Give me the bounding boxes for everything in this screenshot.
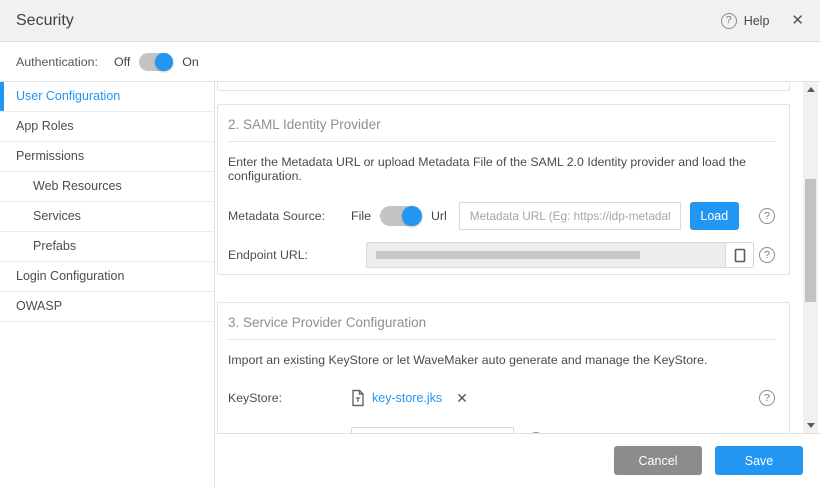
endpoint-url-readonly-field bbox=[367, 243, 725, 267]
metadata-source-toggle[interactable] bbox=[380, 206, 422, 226]
alias-help-icon[interactable]: ? bbox=[528, 432, 544, 433]
sidebar-item-user-configuration[interactable]: User Configuration bbox=[0, 82, 214, 112]
remove-keystore-icon[interactable]: ✕ bbox=[456, 391, 468, 405]
authentication-on-label: On bbox=[182, 55, 199, 69]
toggle-knob bbox=[402, 206, 422, 226]
settings-sidebar: User Configuration App Roles Permissions… bbox=[0, 82, 215, 487]
close-icon[interactable]: ✕ bbox=[789, 11, 806, 30]
sidebar-item-login-configuration[interactable]: Login Configuration bbox=[0, 262, 214, 292]
scrollbar bbox=[803, 82, 818, 433]
alias-input[interactable] bbox=[351, 427, 514, 433]
help-icon[interactable]: ? bbox=[721, 13, 737, 29]
authentication-off-label: Off bbox=[114, 55, 130, 69]
dialog-header: Security ? Help ✕ bbox=[0, 0, 820, 42]
sidebar-item-app-roles[interactable]: App Roles bbox=[0, 112, 214, 142]
authentication-row: Authentication: Off On bbox=[0, 42, 820, 82]
endpoint-url-label: Endpoint URL: bbox=[228, 248, 351, 262]
sidebar-item-web-resources[interactable]: Web Resources bbox=[0, 172, 214, 202]
file-icon bbox=[351, 389, 365, 407]
endpoint-url-field-group bbox=[366, 242, 754, 268]
copy-icon bbox=[734, 248, 746, 263]
authentication-label: Authentication: bbox=[16, 55, 98, 69]
metadata-source-file-label: File bbox=[351, 209, 371, 223]
authentication-toggle[interactable] bbox=[139, 53, 173, 71]
sidebar-item-prefabs[interactable]: Prefabs bbox=[0, 232, 214, 262]
header-actions: ? Help ✕ bbox=[721, 11, 806, 30]
masked-url-value bbox=[376, 251, 640, 259]
section-description: Import an existing KeyStore or let WaveM… bbox=[228, 353, 775, 367]
metadata-url-input[interactable] bbox=[459, 202, 681, 230]
sidebar-item-services[interactable]: Services bbox=[0, 202, 214, 232]
section-title: 3. Service Provider Configuration bbox=[228, 315, 775, 340]
metadata-source-label: Metadata Source: bbox=[228, 209, 351, 223]
section-description: Enter the Metadata URL or upload Metadat… bbox=[228, 155, 775, 183]
scroll-area: 2. SAML Identity Provider Enter the Meta… bbox=[215, 82, 820, 433]
load-button[interactable]: Load bbox=[690, 202, 739, 230]
keystore-help-icon[interactable]: ? bbox=[759, 390, 775, 406]
keystore-label: KeyStore: bbox=[228, 391, 351, 405]
endpoint-url-help-icon[interactable]: ? bbox=[759, 247, 775, 263]
sidebar-item-owasp[interactable]: OWASP bbox=[0, 292, 214, 322]
metadata-source-help-icon[interactable]: ? bbox=[759, 208, 775, 224]
save-button[interactable]: Save bbox=[715, 446, 803, 475]
metadata-source-row: Metadata Source: File Url Load ? bbox=[228, 202, 775, 230]
scroll-down-arrow[interactable] bbox=[807, 423, 815, 428]
copy-button[interactable] bbox=[725, 243, 753, 267]
sidebar-item-permissions[interactable]: Permissions bbox=[0, 142, 214, 172]
keystore-row: KeyStore: key-store.jks ✕ ? bbox=[228, 387, 775, 409]
metadata-source-url-label: Url bbox=[431, 209, 447, 223]
dialog-body: User Configuration App Roles Permissions… bbox=[0, 82, 820, 487]
content-pane: 2. SAML Identity Provider Enter the Meta… bbox=[215, 82, 820, 487]
service-provider-configuration-section: 3. Service Provider Configuration Import… bbox=[217, 302, 790, 433]
scrollbar-thumb[interactable] bbox=[805, 179, 816, 302]
help-link[interactable]: Help bbox=[744, 14, 770, 28]
scroll-up-arrow[interactable] bbox=[807, 87, 815, 92]
alias-row: Alias:* ? bbox=[228, 427, 775, 433]
previous-section-card-edge bbox=[217, 82, 790, 91]
endpoint-url-row: Endpoint URL: ? bbox=[228, 242, 775, 268]
cancel-button[interactable]: Cancel bbox=[614, 446, 702, 475]
saml-identity-provider-section: 2. SAML Identity Provider Enter the Meta… bbox=[217, 104, 790, 275]
page-title: Security bbox=[16, 12, 74, 30]
keystore-file-link[interactable]: key-store.jks bbox=[372, 391, 442, 405]
section-title: 2. SAML Identity Provider bbox=[228, 117, 775, 142]
dialog-footer: Cancel Save bbox=[215, 433, 820, 487]
security-dialog: Security ? Help ✕ Authentication: Off On… bbox=[0, 0, 820, 487]
toggle-knob bbox=[155, 53, 173, 71]
